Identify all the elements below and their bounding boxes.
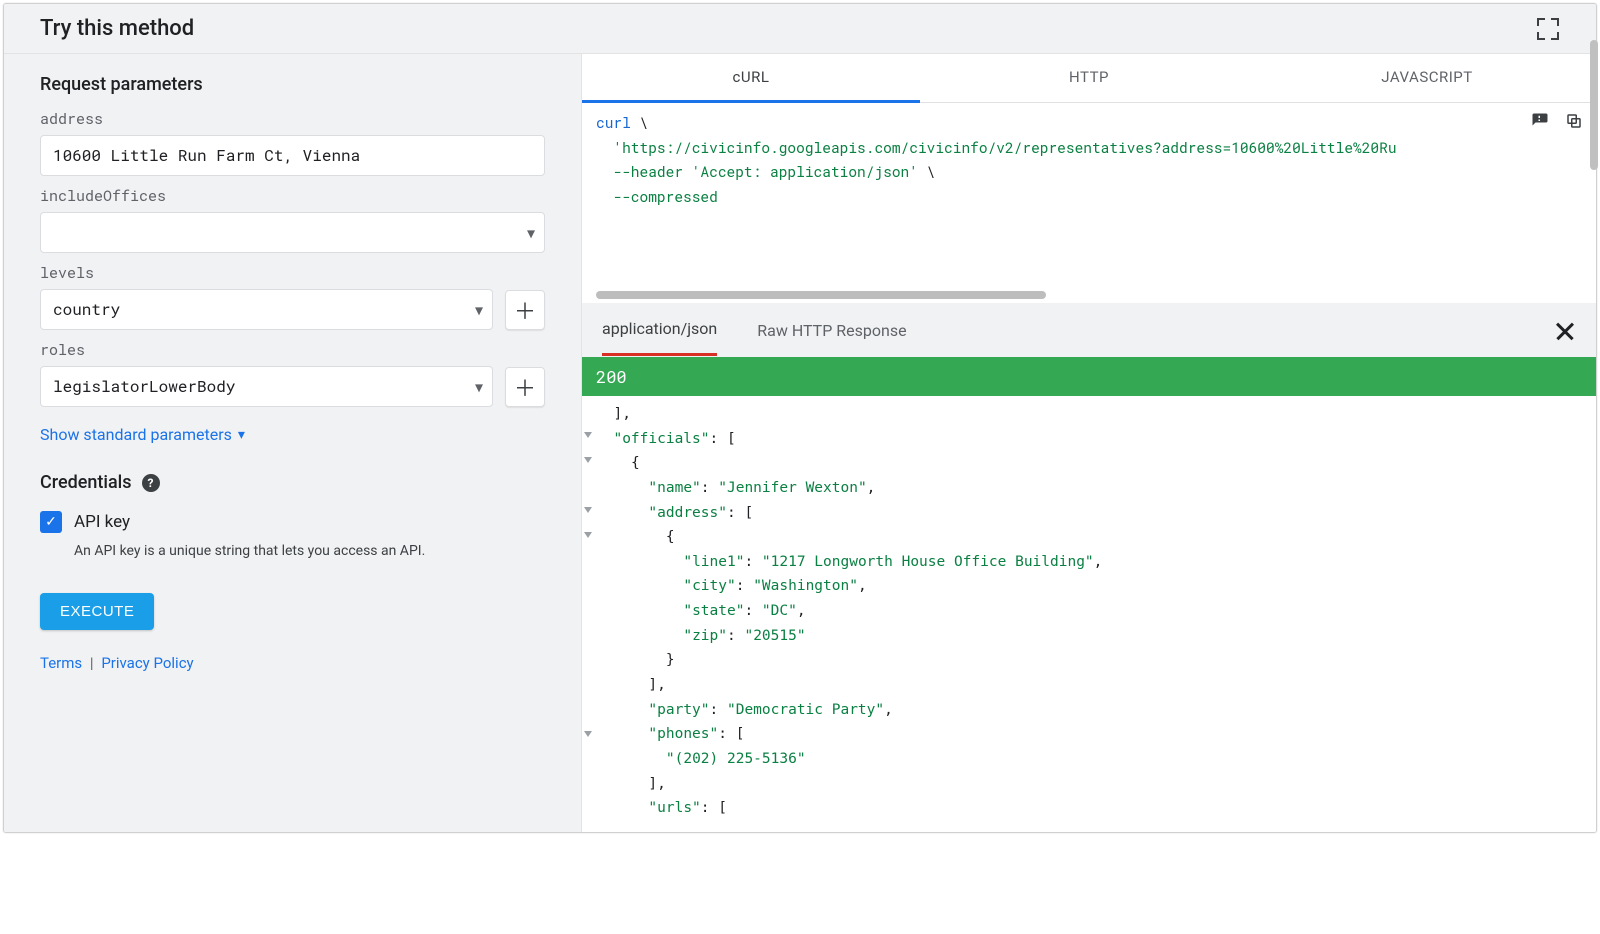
modal-header: Try this method [4, 4, 1596, 54]
exit-fullscreen-icon[interactable] [1536, 17, 1560, 41]
request-response-panel: cURL HTTP JAVASCRIPT curl \ 'https://civ… [582, 54, 1596, 832]
show-standard-parameters-link[interactable]: Show standard parameters ▾ [40, 425, 245, 444]
credentials-title: Credentials ? [40, 472, 545, 493]
help-icon[interactable]: ? [142, 474, 160, 492]
horizontal-scrollbar[interactable] [596, 291, 1046, 299]
legal-links: Terms | Privacy Policy [40, 654, 545, 672]
close-icon[interactable] [1554, 319, 1576, 341]
request-parameters-title: Request parameters [40, 74, 545, 95]
apikey-description: An API key is a unique string that lets … [74, 543, 545, 559]
param-label-roles: roles [40, 340, 545, 360]
response-body[interactable]: ], "officials": [ { "name": "Jennifer We… [582, 396, 1596, 832]
tab-javascript[interactable]: JAVASCRIPT [1258, 54, 1596, 102]
legal-separator: | [90, 654, 94, 672]
show-standard-label: Show standard parameters [40, 425, 232, 444]
credentials-title-text: Credentials [40, 472, 132, 493]
address-input[interactable] [40, 135, 545, 176]
modal-title: Try this method [40, 16, 194, 41]
includeOffices-select[interactable] [40, 212, 545, 253]
chevron-down-icon: ▾ [238, 427, 245, 443]
roles-select[interactable] [40, 366, 493, 407]
tab-curl[interactable]: cURL [582, 54, 920, 103]
param-label-levels: levels [40, 263, 545, 283]
param-label-includeOffices: includeOffices [40, 186, 545, 206]
tab-application-json[interactable]: application/json [602, 304, 717, 356]
tab-raw-http[interactable]: Raw HTTP Response [757, 306, 906, 355]
tab-http[interactable]: HTTP [920, 54, 1258, 102]
feedback-icon[interactable] [1528, 109, 1552, 133]
privacy-link[interactable]: Privacy Policy [101, 654, 193, 672]
api-explorer-modal: Try this method Request parameters addre… [3, 3, 1597, 833]
add-levels-button[interactable]: ＋ [505, 290, 545, 330]
add-roles-button[interactable]: ＋ [505, 367, 545, 407]
request-parameters-panel: Request parameters address includeOffice… [4, 54, 582, 832]
response-tabs: application/json Raw HTTP Response [582, 303, 1596, 357]
apikey-checkbox[interactable]: ✓ [40, 511, 62, 533]
request-format-tabs: cURL HTTP JAVASCRIPT [582, 54, 1596, 103]
request-code-pane: curl \ 'https://civicinfo.googleapis.com… [582, 103, 1596, 303]
vertical-scrollbar[interactable] [1590, 0, 1598, 934]
levels-select[interactable] [40, 289, 493, 330]
copy-icon[interactable] [1562, 109, 1586, 133]
terms-link[interactable]: Terms [40, 654, 82, 672]
request-code[interactable]: curl \ 'https://civicinfo.googleapis.com… [582, 103, 1596, 303]
param-label-address: address [40, 109, 545, 129]
status-bar: 200 [582, 357, 1596, 396]
execute-button[interactable]: EXECUTE [40, 593, 154, 630]
apikey-label: API key [74, 512, 130, 532]
